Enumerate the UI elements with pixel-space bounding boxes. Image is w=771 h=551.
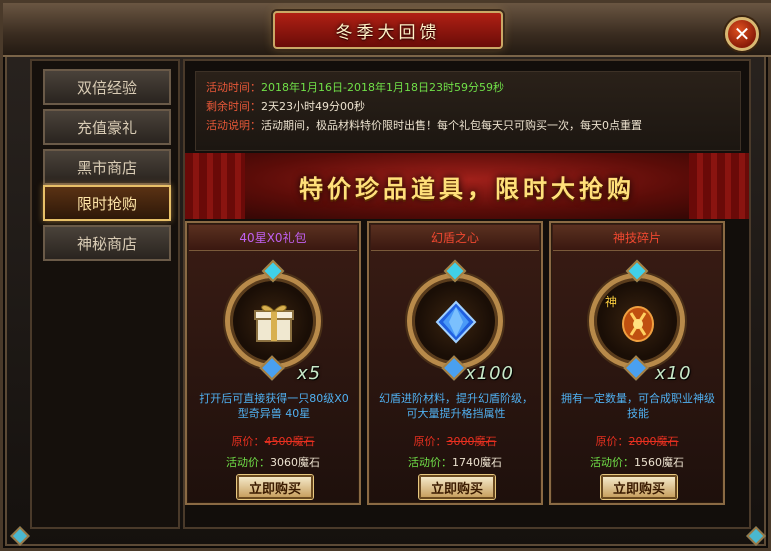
banner-title: 特价珍品道具，限时大抢购 — [299, 175, 635, 203]
item-description: 幻盾进阶材料，提升幻盾阶级，可大量提升格挡属性 — [379, 392, 533, 420]
window-title: 冬季大回馈 — [335, 22, 441, 43]
sidebar-item-recharge-gifts[interactable]: 充值豪礼 — [43, 109, 171, 145]
activity-price: 活动价：1560魔石 — [551, 454, 723, 470]
item-card: 神技碎片 神 x10 拥有一定数量，可合成职业神级技能 原价：2000魔石 活动… — [549, 221, 725, 505]
item-description: 拥有一定数量，可合成职业神级技能 — [561, 392, 715, 420]
event-window: 冬季大回馈 ✕ 双倍经验 充值豪礼 黑市商店 限时抢购 神秘商店 活动时间：20… — [0, 0, 771, 551]
title-plaque: 冬季大回馈 — [273, 11, 503, 49]
sidebar-item-mystery-shop[interactable]: 神秘商店 — [43, 225, 171, 261]
item-badge: 神 — [605, 295, 618, 309]
sidebar-item-label: 充值豪礼 — [76, 118, 137, 137]
original-price-value: 4500魔石 — [264, 435, 315, 448]
event-desc-value: 活动期间，极品材料特价限时出售！每个礼包每天只可购买一次，每天0点重置 — [261, 119, 642, 132]
gift-box-icon[interactable] — [249, 297, 299, 347]
original-price: 原价：2000魔石 — [551, 433, 723, 449]
item-quantity: x100 — [465, 363, 515, 384]
activity-price-label: 活动价： — [590, 456, 634, 469]
activity-price-label: 活动价： — [408, 456, 452, 469]
sidebar-item-black-market[interactable]: 黑市商店 — [43, 149, 171, 185]
event-time-label: 活动时间： — [206, 81, 261, 94]
item-card-header: 幻盾之心 — [371, 225, 539, 251]
corner-gem-icon — [746, 526, 766, 546]
original-price-value: 2000魔石 — [628, 435, 679, 448]
item-card-header: 40星X0礼包 — [189, 225, 357, 251]
item-name: 幻盾之心 — [430, 231, 479, 245]
original-price-label: 原价： — [595, 435, 629, 448]
buy-now-button[interactable]: 立即购买 — [419, 475, 495, 499]
blue-gem-icon[interactable] — [431, 297, 481, 347]
sidebar-item-label: 限时抢购 — [76, 194, 137, 213]
activity-price: 活动价：3060魔石 — [187, 454, 359, 470]
event-desc-row: 活动说明：活动期间，极品材料特价限时出售！每个礼包每天只可购买一次，每天0点重置 — [206, 116, 730, 135]
sale-banner: 特价珍品道具，限时大抢购 — [185, 153, 749, 219]
buy-now-button[interactable]: 立即购买 — [237, 475, 313, 499]
event-time-row: 活动时间：2018年1月16日-2018年1月18日23时59分59秒 — [206, 78, 730, 97]
activity-price-value: 3060魔石 — [270, 456, 320, 469]
skill-fragment-icon[interactable] — [613, 297, 663, 347]
original-price: 原价：3000魔石 — [369, 433, 541, 449]
item-quantity: x5 — [297, 363, 322, 384]
close-button[interactable]: ✕ — [725, 17, 759, 51]
corner-gem-icon — [10, 526, 30, 546]
item-name: 神技碎片 — [612, 231, 661, 245]
activity-price-label: 活动价： — [226, 456, 270, 469]
item-card: 40星X0礼包 x5 打开后可直接获得一只80级X0型奇异兽 40星 原价：45… — [185, 221, 361, 505]
original-price-label: 原价： — [231, 435, 265, 448]
item-card: 幻盾之心 x100 幻盾进阶材料，提升幻盾阶级，可大量提升格挡属性 原价：300… — [367, 221, 543, 505]
sidebar: 双倍经验 充值豪礼 黑市商店 限时抢购 神秘商店 — [30, 59, 180, 529]
remaining-time-label: 剩余时间： — [206, 100, 261, 113]
event-time-value: 2018年1月16日-2018年1月18日23时59分59秒 — [261, 81, 504, 94]
sidebar-item-label: 黑市商店 — [76, 158, 137, 177]
title-bar: 冬季大回馈 ✕ — [3, 3, 771, 57]
main-panel: 活动时间：2018年1月16日-2018年1月18日23时59分59秒 剩余时间… — [183, 59, 751, 529]
item-card-header: 神技碎片 — [553, 225, 721, 251]
sidebar-item-double-exp[interactable]: 双倍经验 — [43, 69, 171, 105]
activity-price-value: 1560魔石 — [634, 456, 684, 469]
sidebar-item-flash-sale[interactable]: 限时抢购 — [43, 185, 171, 221]
original-price: 原价：4500魔石 — [187, 433, 359, 449]
activity-price-value: 1740魔石 — [452, 456, 502, 469]
original-price-label: 原价： — [413, 435, 447, 448]
close-icon: ✕ — [733, 22, 751, 46]
item-name: 40星X0礼包 — [239, 231, 307, 245]
sidebar-item-label: 双倍经验 — [76, 78, 137, 97]
original-price-value: 3000魔石 — [446, 435, 497, 448]
buy-now-button[interactable]: 立即购买 — [601, 475, 677, 499]
activity-price: 活动价：1740魔石 — [369, 454, 541, 470]
event-info: 活动时间：2018年1月16日-2018年1月18日23时59分59秒 剩余时间… — [195, 71, 741, 151]
sidebar-item-label: 神秘商店 — [76, 234, 137, 253]
event-desc-label: 活动说明： — [206, 119, 261, 132]
item-description: 打开后可直接获得一只80级X0型奇异兽 40星 — [199, 392, 349, 420]
remaining-time-row: 剩余时间：2天23小时49分00秒 — [206, 97, 730, 116]
remaining-time-value: 2天23小时49分00秒 — [261, 100, 365, 113]
item-quantity: x10 — [655, 363, 692, 384]
